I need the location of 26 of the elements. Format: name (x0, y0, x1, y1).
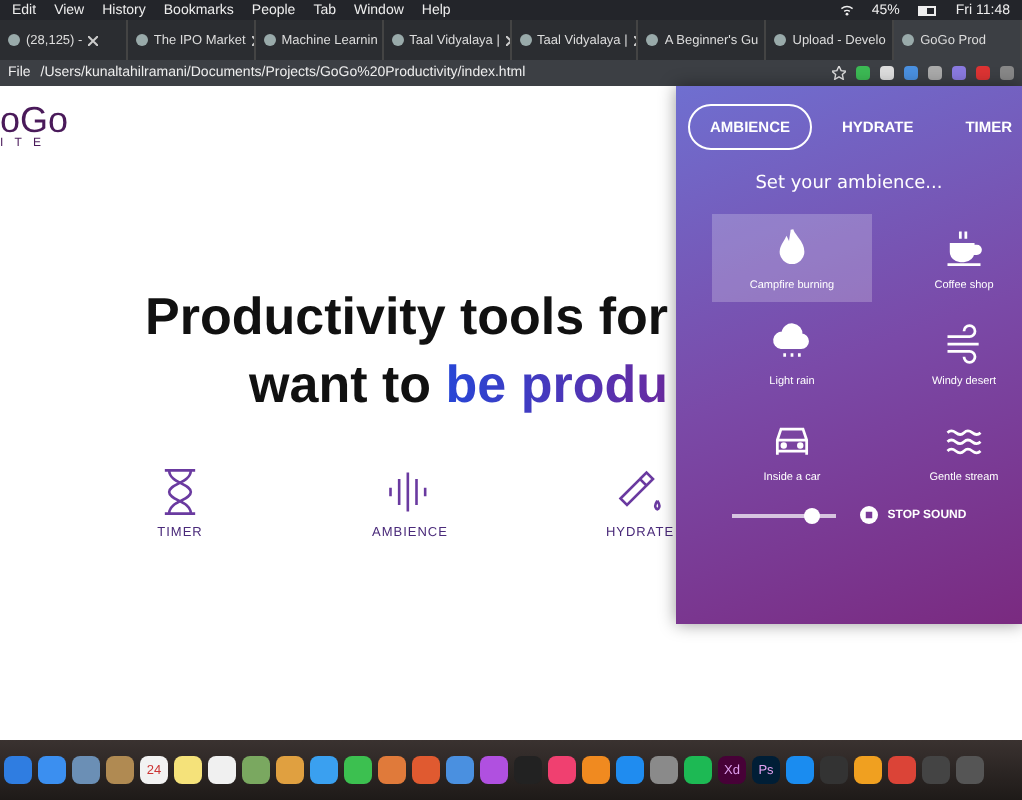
hero-heading: Productivity tools for (143, 284, 668, 350)
app-icon[interactable] (344, 756, 372, 784)
app-icon[interactable] (684, 756, 712, 784)
slider-thumb[interactable] (804, 507, 821, 523)
hero-heading: want to be produ (247, 352, 668, 418)
app-icon[interactable] (276, 756, 304, 784)
app-icon[interactable] (208, 756, 236, 784)
logo-text: oGo (0, 102, 69, 138)
favicon-icon (902, 34, 915, 46)
favicon-icon (774, 34, 787, 46)
favicon-icon (646, 34, 659, 46)
app-icon[interactable] (854, 756, 882, 784)
battery-icon[interactable] (917, 5, 938, 15)
favicon-icon (519, 34, 531, 46)
favicon-icon (135, 34, 148, 46)
wifi-icon[interactable] (839, 4, 854, 16)
favicon-icon (8, 34, 20, 46)
popup-title: Set your ambience... (755, 174, 943, 194)
app-icon[interactable] (582, 756, 610, 784)
app-icon[interactable] (242, 756, 270, 784)
app-icon[interactable] (174, 756, 202, 784)
stop-icon (859, 506, 878, 524)
star-icon[interactable] (832, 66, 846, 80)
favicon-icon (263, 34, 276, 46)
app-icon[interactable] (310, 756, 338, 784)
favicon-icon (391, 34, 404, 46)
